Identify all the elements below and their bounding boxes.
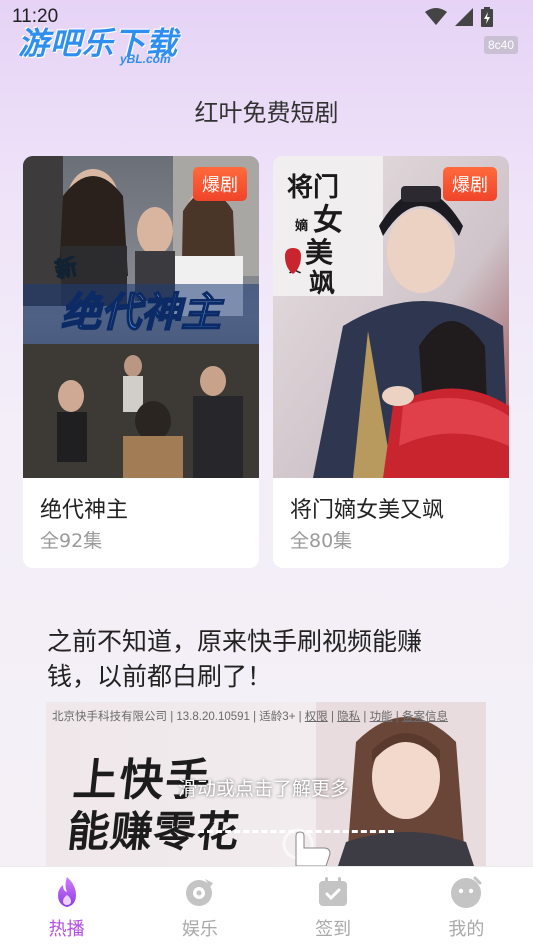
ad-link-privacy[interactable]: 隐私: [337, 711, 360, 723]
svg-text:女: 女: [313, 203, 343, 238]
ad-link-permissions[interactable]: 权限: [305, 711, 328, 723]
disc-icon: [185, 879, 213, 906]
nav-item-profile[interactable]: 我的: [400, 867, 533, 948]
nav-label: 签到: [315, 919, 352, 940]
drama-title: 将门嫡女美又飒: [290, 498, 445, 523]
nav-label: 热播: [48, 919, 85, 940]
watermark-logo: 游吧乐下载 yBL.com: [18, 18, 178, 66]
ad-banner[interactable]: 北京快手科技有限公司 | 13.8.20.10591 | 适龄3+ | 权限 |…: [46, 702, 486, 872]
drama-episodes: 全80集: [290, 530, 353, 552]
watermark-code: 8c40: [483, 36, 518, 54]
battery-icon: [481, 7, 493, 27]
nav-item-hot[interactable]: 热播: [0, 867, 133, 948]
watermark-logo-sub: yBL.com: [120, 52, 171, 66]
drama-episodes: 全92集: [40, 530, 103, 552]
hot-badge: 爆剧: [443, 167, 497, 201]
calendar-check-icon: [319, 877, 348, 906]
profile-icon: [451, 876, 482, 908]
drama-card[interactable]: 将门 嫡 女 美 又 飒 爆剧 将门嫡女美又飒 全80集: [273, 156, 509, 568]
ad-disclosure: 北京快手科技有限公司 | 13.8.20.10591 | 适龄3+ | 权限 |…: [52, 711, 448, 723]
poster-title-text: 绝代神主: [61, 290, 225, 336]
page-title: 红叶免费短剧: [194, 99, 339, 127]
ad-link-features[interactable]: 功能: [370, 711, 393, 723]
ad-link-filing[interactable]: 备案信息: [402, 711, 448, 723]
drama-poster[interactable]: 绝代神主 新 爆剧: [23, 156, 259, 478]
svg-text:嫡: 嫡: [295, 218, 308, 234]
nav-item-checkin[interactable]: 签到: [267, 867, 400, 948]
svg-text:飒: 飒: [309, 269, 335, 299]
bottom-nav: 热播 娱乐 签到 我的: [0, 866, 533, 948]
drama-poster[interactable]: 将门 嫡 女 美 又 飒 爆剧: [273, 156, 509, 478]
ad-swipe-hint: 滑动或点击了解更多: [178, 778, 350, 800]
ad-company-info: 北京快手科技有限公司 | 13.8.20.10591 | 适龄3+ |: [52, 711, 305, 723]
drama-card[interactable]: 绝代神主 新 爆剧 绝代神主 全92集: [23, 156, 259, 568]
nav-label: 我的: [448, 919, 485, 940]
svg-text:美: 美: [305, 236, 333, 269]
drama-title: 绝代神主: [40, 498, 129, 523]
nav-item-entertainment[interactable]: 娱乐: [133, 867, 266, 948]
svg-text:将门: 将门: [287, 173, 339, 203]
signal-icon: [455, 8, 473, 26]
flame-icon: [57, 877, 76, 907]
wifi-icon: [425, 8, 447, 25]
ad-headline[interactable]: 之前不知道，原来快手刷视频能赚钱，以前都白刷了！: [47, 624, 467, 694]
nav-label: 娱乐: [181, 919, 218, 940]
status-icons: [425, 7, 493, 27]
ad-big-text-line2: 能赚零花: [65, 807, 243, 856]
hot-badge: 爆剧: [193, 167, 247, 201]
